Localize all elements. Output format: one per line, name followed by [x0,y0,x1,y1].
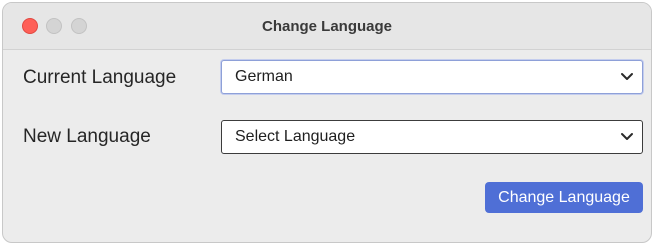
chevron-down-icon [621,133,633,140]
window-title: Change Language [261,18,392,35]
new-language-select[interactable]: Select Language [221,120,643,154]
new-language-label: New Language [23,126,151,147]
change-language-button[interactable]: Change Language [485,182,643,213]
chevron-down-icon [621,73,633,80]
title-bar: Change Language [3,3,651,50]
change-language-window: Change Language Current Language German … [2,2,652,243]
current-language-value: German [235,68,293,85]
current-language-label: Current Language [23,67,177,88]
new-language-value: Select Language [235,128,356,145]
current-language-select[interactable]: German [221,60,643,94]
